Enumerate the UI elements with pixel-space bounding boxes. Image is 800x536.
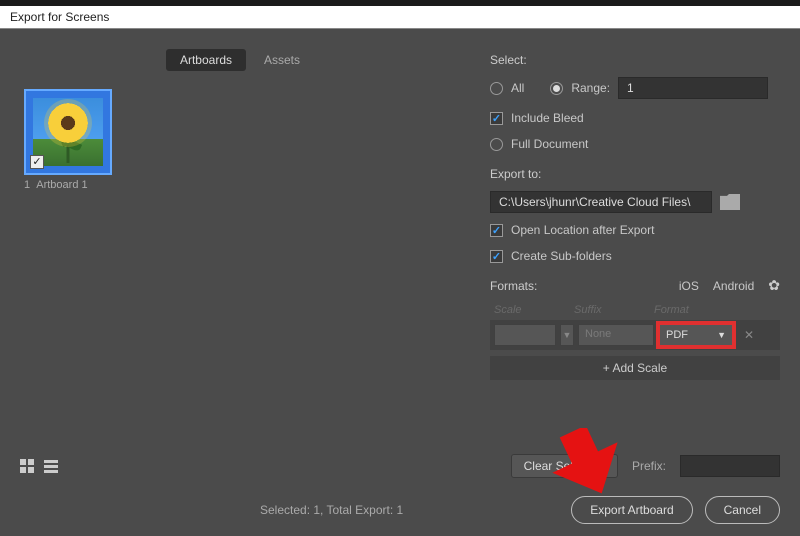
col-format: Format [654,304,730,316]
tab-artboards[interactable]: Artboards [166,49,246,71]
format-row: ▼ None PDF ▼ ✕ [490,320,780,350]
clear-selection-button[interactable]: Clear Selection [511,454,618,478]
chevron-down-icon: ▼ [717,330,726,340]
range-input[interactable] [618,77,768,99]
artboard-label: 1 Artboard 1 [24,179,114,191]
radio-range[interactable] [550,82,563,95]
radio-full-document[interactable] [490,138,503,151]
export-to-label: Export to: [490,167,780,181]
radio-range-label: Range: [571,81,610,95]
scale-dropdown-icon[interactable]: ▼ [560,324,574,346]
view-list-icon[interactable] [44,458,60,474]
subfolders-label: Create Sub-folders [511,249,612,263]
checkbox-subfolders[interactable] [490,250,503,263]
gear-icon[interactable]: ✿ [768,277,780,294]
col-scale: Scale [494,304,574,316]
formats-label: Formats: [490,279,537,293]
radio-all-label: All [511,81,524,95]
window-title: Export for Screens [0,6,800,29]
scale-input[interactable] [494,324,556,346]
export-artboard-button[interactable]: Export Artboard [571,496,692,524]
select-label: Select: [490,53,780,67]
radio-all[interactable] [490,82,503,95]
include-bleed-label: Include Bleed [511,111,584,125]
preset-android[interactable]: Android [713,279,754,293]
checkbox-include-bleed[interactable] [490,112,503,125]
prefix-label: Prefix: [632,459,666,473]
remove-format-icon[interactable]: ✕ [738,328,760,342]
artboard-thumbnail[interactable]: ✓ 1 Artboard 1 [24,89,114,191]
suffix-input[interactable]: None [578,324,654,346]
prefix-input[interactable] [680,455,780,477]
col-suffix: Suffix [574,304,654,316]
cancel-button[interactable]: Cancel [705,496,780,524]
folder-browse-icon[interactable] [720,194,740,210]
full-document-label: Full Document [511,137,588,151]
format-dropdown[interactable]: PDF ▼ [658,323,734,347]
status-text: Selected: 1, Total Export: 1 [260,503,403,517]
export-path-input[interactable] [490,191,712,213]
view-grid-icon[interactable] [20,458,36,474]
preset-ios[interactable]: iOS [679,279,699,293]
add-scale-button[interactable]: + Add Scale [490,356,780,380]
artboard-checkbox[interactable]: ✓ [30,155,44,169]
tab-assets[interactable]: Assets [250,49,314,71]
checkbox-open-after[interactable] [490,224,503,237]
open-after-label: Open Location after Export [511,223,654,237]
